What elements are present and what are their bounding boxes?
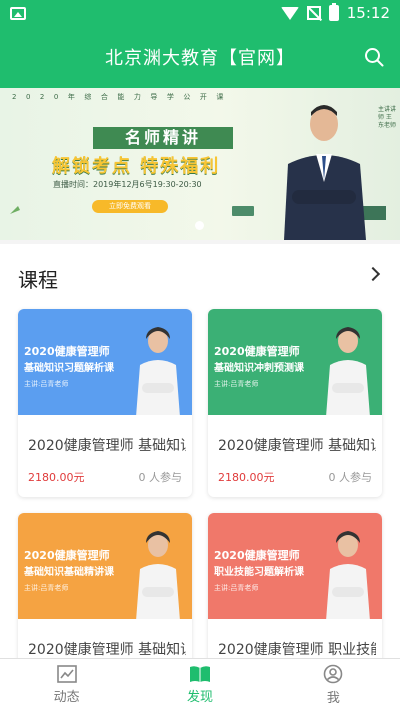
thumb-subtitle: 基础知识冲刺预测课 (214, 363, 304, 374)
user-circle-icon (324, 664, 343, 684)
nav-item-discover[interactable]: 发现 (133, 659, 266, 711)
thumb-teacher: 主讲:吕青老师 (24, 584, 69, 592)
banner-topline: 2020年综合能力导学公开课 (12, 93, 233, 101)
course-grid: 2020健康管理师 基础知识习题解析课 主讲:吕青老师 2020健康管理师 基础… (0, 306, 400, 658)
participant-count: 0 人参与 (138, 471, 183, 484)
nav-label: 动态 (53, 690, 80, 705)
banner-cta-button[interactable]: 立即免费观看 (92, 200, 168, 213)
course-price: 2180.00元 (28, 471, 85, 484)
participant-count: 0 人参与 (328, 471, 373, 484)
book-icon (189, 666, 210, 682)
no-signal-icon (306, 6, 321, 20)
course-thumbnail: 2020健康管理师 基础知识习题解析课 主讲:吕青老师 (18, 309, 192, 415)
wifi-icon (280, 6, 299, 20)
thumb-teacher: 主讲:吕青老师 (214, 584, 259, 592)
banner-subheadline: 解锁考点 特殊福利 (52, 156, 221, 177)
course-name: 2020健康管理师 职业技能习题解析课 (218, 642, 376, 658)
bottom-nav: 动态 发现 我 (0, 658, 400, 711)
course-card[interactable]: 2020健康管理师 基础知识习题解析课 主讲:吕青老师 2020健康管理师 基础… (18, 309, 192, 497)
thumb-subtitle: 基础知识基础精讲课 (24, 567, 114, 578)
status-time: 15:12 (346, 4, 390, 22)
teacher-photo (326, 327, 370, 415)
chevron-right-icon[interactable] (365, 266, 381, 282)
course-card[interactable]: 2020健康管理师 基础知识基础精讲课 主讲:吕青老师 2020健康管理师 基础… (18, 513, 192, 658)
course-card[interactable]: 2020健康管理师 基础知识冲刺预测课 主讲:吕青老师 2020健康管理师 基础… (208, 309, 382, 497)
page-title: 北京渊大教育【官网】 (105, 48, 295, 69)
thumb-subtitle: 基础知识习题解析课 (24, 363, 114, 374)
thumb-title: 2020健康管理师 (214, 345, 300, 358)
banner-headline: 名师精讲 (93, 127, 233, 149)
thumb-title: 2020健康管理师 (214, 549, 300, 562)
section-title: 课程 (18, 268, 58, 292)
thumb-teacher: 主讲:吕青老师 (214, 380, 259, 388)
search-icon[interactable] (364, 47, 384, 67)
battery-icon (328, 3, 339, 21)
nav-label: 发现 (186, 690, 213, 705)
app-header: 北京渊大教育【官网】 (0, 26, 400, 88)
nav-item-dynamic[interactable]: 动态 (0, 659, 133, 711)
course-thumbnail: 2020健康管理师 基础知识冲刺预测课 主讲:吕青老师 (208, 309, 382, 415)
thumb-title: 2020健康管理师 (24, 345, 110, 358)
nav-label: 我 (326, 691, 340, 706)
teacher-photo (136, 531, 180, 619)
course-card[interactable]: 2020健康管理师 职业技能习题解析课 主讲:吕青老师 2020健康管理师 职业… (208, 513, 382, 658)
status-bar: 15:12 (0, 0, 400, 26)
teacher-portrait (284, 105, 366, 240)
thumb-teacher: 主讲:吕青老师 (24, 380, 69, 388)
book-stack-icon (232, 206, 254, 216)
teacher-caption: 主讲讲师 王东老师 (378, 106, 397, 129)
trend-chart-icon (56, 665, 77, 683)
teacher-photo (326, 531, 370, 619)
teacher-photo (136, 327, 180, 415)
course-thumbnail: 2020健康管理师 职业技能习题解析课 主讲:吕青老师 (208, 513, 382, 619)
nav-item-me[interactable]: 我 (267, 659, 400, 711)
course-thumbnail: 2020健康管理师 基础知识基础精讲课 主讲:吕青老师 (18, 513, 192, 619)
image-notification-icon (10, 6, 26, 20)
carousel-indicator[interactable] (195, 221, 204, 230)
thumb-title: 2020健康管理师 (24, 549, 110, 562)
course-name: 2020健康管理师 基础知识基础精讲课 (28, 642, 186, 658)
course-name: 2020健康管理师 基础知识冲刺预测课 (218, 438, 376, 454)
banner-broadcast-time: 直播时间：2019年12月6号19:30-20:30 (53, 180, 202, 189)
promo-banner[interactable]: 2020年综合能力导学公开课 名师精讲 解锁考点 特殊福利 直播时间：2019年… (0, 88, 400, 240)
course-section-header[interactable]: 课程 (0, 244, 400, 306)
course-price: 2180.00元 (218, 471, 275, 484)
decorative-leaf-icon (10, 206, 20, 214)
course-name: 2020健康管理师 基础知识习题解析课 (28, 438, 186, 454)
thumb-subtitle: 职业技能习题解析课 (214, 567, 304, 578)
